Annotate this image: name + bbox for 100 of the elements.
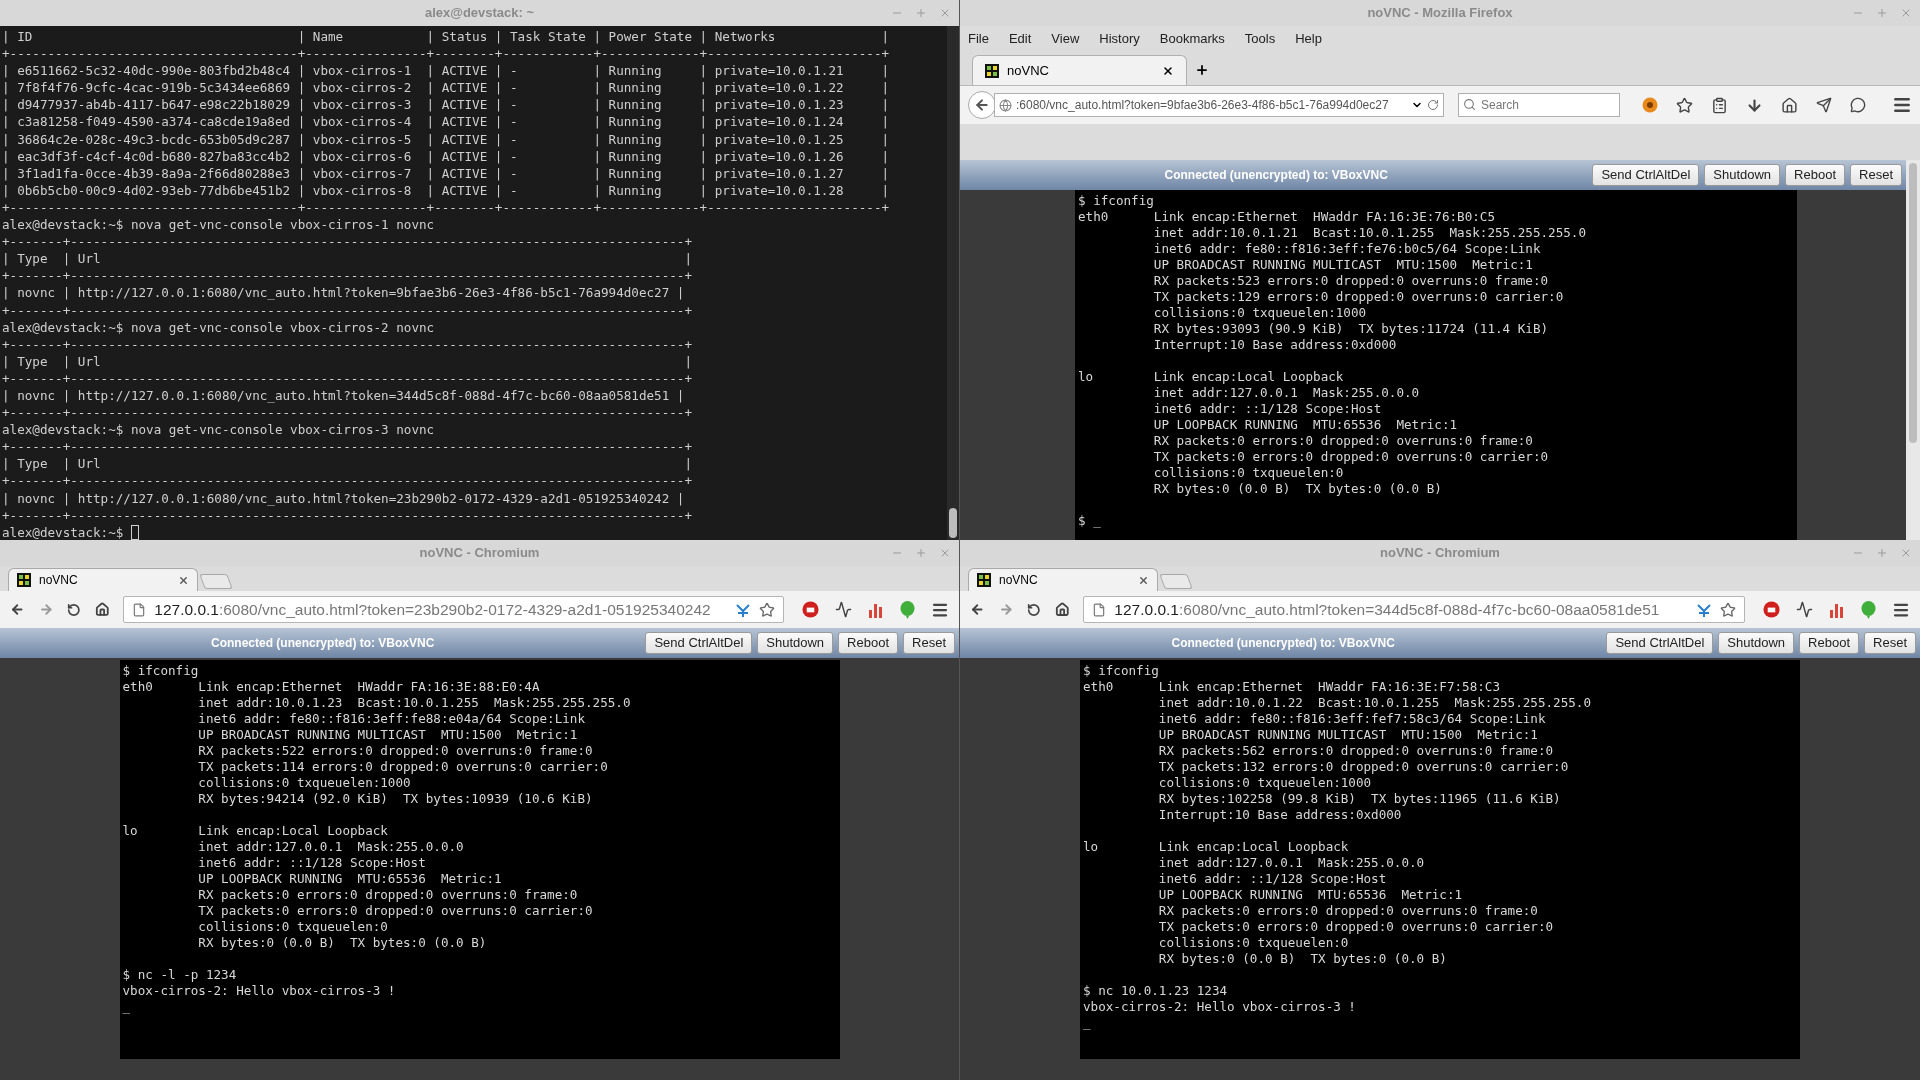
close-icon[interactable]	[178, 574, 189, 586]
close-icon[interactable]	[1138, 574, 1149, 586]
close-icon[interactable]	[1162, 64, 1174, 77]
balloon-icon[interactable]	[1861, 600, 1876, 619]
stop-sign-icon[interactable]	[1763, 601, 1780, 618]
novnc-button[interactable]: Reset	[1850, 164, 1902, 186]
star-icon[interactable]	[1676, 96, 1693, 114]
scrollbar-thumb[interactable]	[1909, 163, 1917, 443]
novnc-button[interactable]: Send CtrlAltDel	[645, 632, 753, 654]
url-field[interactable]: 127.0.0.1:6080/vnc_auto.html?token=344d5c8f-088d-4f7c-bc60-08aa0581de51	[1083, 596, 1745, 623]
menu-item[interactable]: Edit	[1008, 29, 1032, 49]
network-icon[interactable]	[1696, 601, 1712, 618]
console-line: RX packets:522 errors:0 dropped:0 overruns:0 frame:0	[197, 743, 593, 759]
terminal-line: +--------------------------------------+----------------+--------+------------+-------------+-----------------------+	[2, 45, 890, 63]
vnc-console[interactable]	[1075, 190, 1797, 540]
forward-icon[interactable]	[998, 602, 1014, 617]
download-icon[interactable]	[1746, 96, 1763, 114]
url-text: 127.0.0.1:6080/vnc_auto.html?token=23b290b2-0172-4329-a2d1-051925340242	[154, 599, 712, 620]
back-icon[interactable]	[10, 602, 25, 617]
novnc-button[interactable]: Reboot	[838, 632, 899, 654]
bar-chart-icon[interactable]	[868, 601, 884, 618]
novnc-button[interactable]: Reboot	[1785, 164, 1846, 186]
forward-icon[interactable]	[38, 602, 54, 617]
tab-title: noVNC	[39, 572, 79, 589]
scrollbar[interactable]	[947, 26, 959, 540]
menu-item[interactable]: Tools	[1244, 29, 1276, 49]
star-icon[interactable]	[1720, 601, 1736, 618]
menu-item[interactable]: Bookmarks	[1159, 29, 1225, 49]
page-icon	[132, 602, 147, 617]
clipboard-icon[interactable]	[1711, 96, 1728, 114]
balloon-icon[interactable]	[900, 600, 915, 619]
console-line: TX packets:0 errors:0 dropped:0 overruns:0 carrier:0	[197, 903, 593, 919]
console-line: inet addr:127.0.0.1 Mask:255.0.0.0	[197, 839, 464, 855]
console-line: $ ifconfig	[1083, 663, 1159, 679]
novnc-button[interactable]: Send CtrlAltDel	[1592, 164, 1700, 186]
star-icon[interactable]	[759, 601, 775, 618]
reload-icon[interactable]	[1427, 99, 1439, 111]
waveform-icon[interactable]	[1796, 601, 1813, 618]
paper-plane-icon[interactable]	[1816, 97, 1832, 113]
chat-bubble-icon[interactable]	[1850, 97, 1866, 113]
menu-item[interactable]: File	[968, 29, 989, 49]
novnc-button[interactable]: Send CtrlAltDel	[1606, 632, 1714, 654]
console-line: eth0 Link encap:Ethernet HWaddr FA:16:3E:88:E0:4A	[122, 679, 540, 695]
console-line: lo Link encap:Local Loopback	[1078, 369, 1344, 385]
reload-icon[interactable]	[1027, 602, 1041, 617]
console-line: collisions:0 txqueuelen:0	[1157, 935, 1349, 951]
vnc-console[interactable]	[1080, 660, 1800, 1059]
browser-tab[interactable]: noVNC	[972, 55, 1187, 85]
terminal-line: alex@devstack:~$ nova get-vnc-console vbox-cirros-3 novnc	[2, 421, 435, 439]
menu-item[interactable]: History	[1099, 29, 1140, 49]
new-tab-icon[interactable]	[1195, 63, 1209, 77]
novnc-button[interactable]: Reset	[1864, 632, 1916, 654]
back-button[interactable]	[968, 91, 996, 119]
bar-chart-icon[interactable]	[1829, 601, 1845, 618]
browser-tab[interactable]: noVNC	[968, 568, 1158, 591]
menu-item[interactable]: View	[1051, 29, 1080, 49]
home-icon[interactable]	[1054, 602, 1070, 617]
search-field[interactable]: Search	[1458, 93, 1620, 117]
terminal-line: | 36864c2e-028c-49c3-bcdc-653b05d9c287 | vbox-cirros-5 | ACTIVE | - | Running | private=10.0.1.25 |	[2, 130, 890, 148]
terminal-line: | Type | Url |	[2, 352, 692, 370]
connection-status: Connected (unencrypted) to: VBoxVNC	[1170, 635, 1396, 652]
window-title: alex@devstack: ~	[424, 4, 535, 23]
console-line: TX packets:114 errors:0 dropped:0 overruns:0 carrier:0	[197, 759, 608, 775]
url-field[interactable]: 127.0.0.1:6080/vnc_auto.html?token=23b290b2-0172-4329-a2d1-051925340242	[123, 596, 784, 623]
novnc-button[interactable]: Reboot	[1799, 632, 1860, 654]
novnc-button[interactable]: Reset	[903, 632, 955, 654]
novnc-button[interactable]: Shutdown	[1704, 164, 1781, 186]
console-line: inet addr:127.0.0.1 Mask:255.0.0.0	[1152, 385, 1420, 401]
novnc-button[interactable]: Shutdown	[1718, 632, 1795, 654]
terminal-line: | d9477937-ab4b-4117-b647-e98c22b18029 | vbox-cirros-3 | ACTIVE | - | Running | private=10.0.1.23 |	[2, 96, 890, 114]
console-line: UP BROADCAST RUNNING MULTICAST MTU:1500 Metric:1	[1157, 727, 1538, 743]
console-line: RX packets:0 errors:0 dropped:0 overruns:0 frame:0	[197, 887, 578, 903]
console-line: collisions:0 txqueuelen:1000	[1157, 775, 1372, 791]
terminal-line: +-------+---------------------------------------------------------------------------------+	[2, 404, 692, 422]
url-text: 127.0.0.1:6080/vnc_auto.html?token=344d5c8f-088d-4f7c-bc60-08aa0581de51	[1114, 599, 1661, 620]
addon-icon[interactable]	[1642, 97, 1658, 113]
novnc-logo-icon	[17, 573, 31, 587]
terminal-line: | 7f8f4f76-9cfc-4cac-919b-5c3434ee6869 | vbox-cirros-2 | ACTIVE | - | Running | private=10.0.1.22 |	[2, 79, 890, 97]
console-line: UP LOOPBACK RUNNING MTU:65536 Metric:1	[1152, 417, 1458, 433]
waveform-icon[interactable]	[835, 601, 852, 618]
terminal-line: +-------+---------------------------------------------------------------------------------+	[2, 301, 692, 319]
connection-status: Connected (unencrypted) to: VBoxVNC	[1163, 167, 1389, 184]
network-icon[interactable]	[735, 601, 751, 618]
home-icon[interactable]	[1781, 96, 1798, 114]
menu-item[interactable]: Help	[1295, 29, 1322, 49]
terminal-line: alex@devstack:~$ nova get-vnc-console vbox-cirros-1 novnc	[2, 216, 435, 234]
scrollbar[interactable]	[1906, 160, 1920, 540]
scrollbar-thumb[interactable]	[949, 508, 957, 538]
home-icon[interactable]	[94, 602, 110, 617]
stop-sign-icon[interactable]	[802, 601, 819, 618]
terminal-body[interactable]	[0, 26, 959, 540]
vnc-console[interactable]	[119, 660, 840, 1059]
console-line: TX packets:129 errors:0 dropped:0 overruns:0 carrier:0	[1152, 289, 1564, 305]
novnc-button[interactable]: Shutdown	[757, 632, 834, 654]
terminal-line: +-------+---------------------------------------------------------------------------------+	[2, 267, 692, 285]
reload-icon[interactable]	[67, 602, 81, 617]
browser-tab[interactable]: noVNC	[8, 568, 198, 591]
url-field[interactable]: :6080/vnc_auto.html?token=9bfae3b6-26e3-4f86-b5c1-76a994d0ec27	[994, 93, 1444, 117]
menu-icon[interactable]	[1892, 95, 1912, 115]
back-icon[interactable]	[970, 602, 985, 617]
